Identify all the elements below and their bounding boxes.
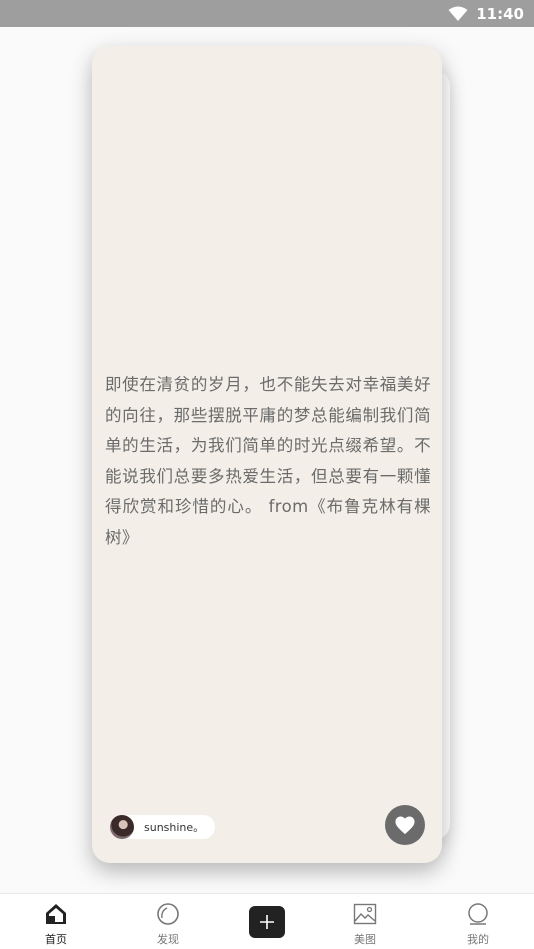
status-bar: 11:40 <box>0 0 534 27</box>
tab-discover[interactable]: 发现 <box>128 894 208 949</box>
quote-text: 即使在清贫的岁月，也不能失去对幸福美好的向往，那些摆脱平庸的梦总能编制我们简单的… <box>105 375 431 547</box>
image-icon <box>353 903 377 925</box>
add-button[interactable] <box>249 906 285 938</box>
tab-profile[interactable]: 我的 <box>438 894 518 949</box>
user-icon <box>468 903 488 925</box>
home-icon <box>46 904 66 924</box>
bottom-tab-bar: 首页 发现 美图 我的 <box>0 893 534 949</box>
plus-icon <box>260 915 274 929</box>
status-icons: 11:40 <box>448 0 524 27</box>
tab-gallery[interactable]: 美图 <box>325 894 405 949</box>
like-button[interactable] <box>385 805 425 845</box>
avatar[interactable] <box>110 815 134 839</box>
tab-home-label: 首页 <box>45 933 67 946</box>
circle-icon <box>157 903 179 925</box>
author-name: sunshine。 <box>144 821 205 834</box>
wifi-icon <box>448 6 468 21</box>
tab-gallery-label: 美图 <box>354 933 376 946</box>
tab-home[interactable]: 首页 <box>16 894 96 949</box>
tab-profile-label: 我的 <box>467 933 489 946</box>
heart-icon <box>395 816 415 835</box>
status-time: 11:40 <box>476 4 524 23</box>
author-chip[interactable]: sunshine。 <box>110 815 215 839</box>
tab-discover-label: 发现 <box>157 933 179 946</box>
